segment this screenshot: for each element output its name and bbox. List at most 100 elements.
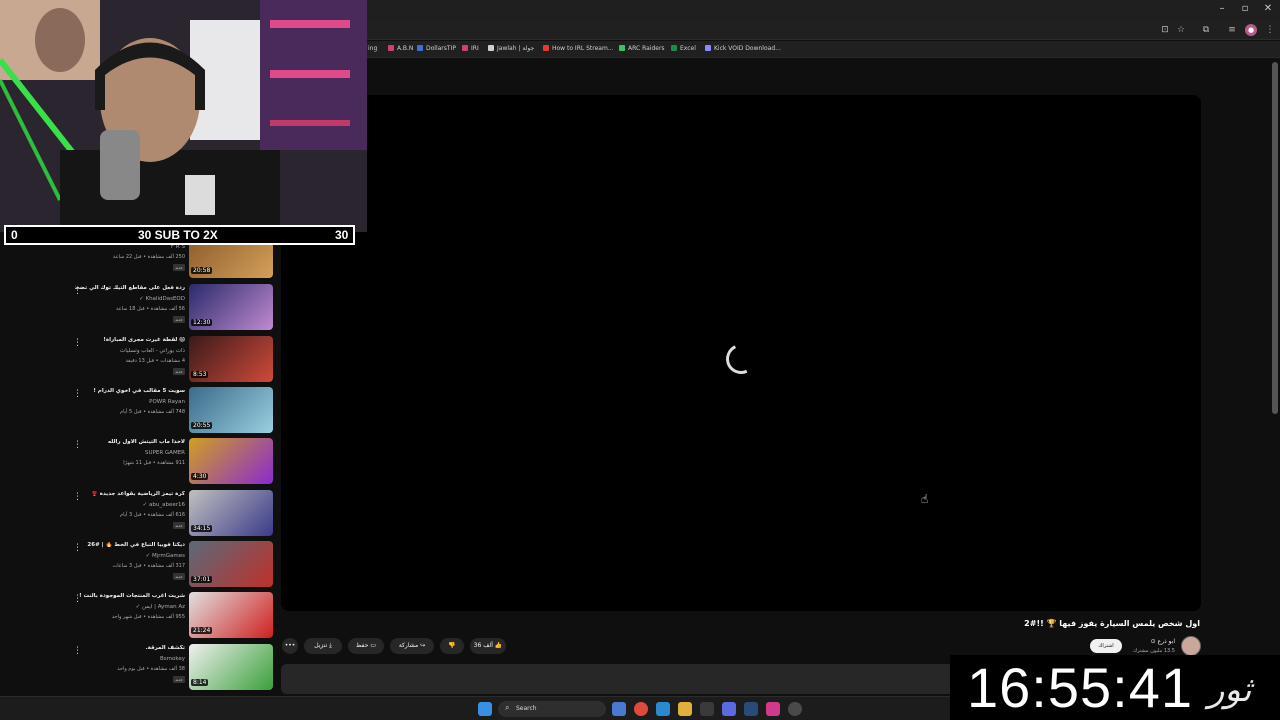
hand-cursor-icon: ☝ bbox=[921, 492, 929, 506]
taskbar-search[interactable]: Search bbox=[498, 701, 606, 717]
bookmark-item[interactable]: Excel bbox=[671, 45, 696, 52]
bookmark-item[interactable]: A.B.N bbox=[388, 45, 413, 52]
recommendation-item[interactable]: 37:01 ⋮ ديكتا فوبيا التباع في الخط 🔥 | #26… bbox=[70, 541, 275, 589]
search-icon: ⌕ bbox=[505, 703, 510, 712]
recommendation-channel[interactable]: KhalidDasEOD ✓ bbox=[139, 296, 185, 302]
recommendation-item[interactable]: 20:55 ⋮ سويت 5 مقالب في اخوي الدرام ! POWR … bbox=[70, 387, 275, 435]
recommendation-item[interactable]: 34:15 ⋮ كرة تيمز الرياضية بقواعد جديدة 🥊 ab… bbox=[70, 490, 275, 538]
chrome-icon[interactable] bbox=[634, 702, 648, 716]
screen: – ▫ ✕ ⊡ ☆ ⧉ ≡ ● ⋮ ing A.B.N DollarsTIP I… bbox=[0, 0, 1280, 720]
dislike-button[interactable]: 👎 bbox=[440, 638, 464, 654]
recommendation-meta: 4 مشاهدات • قبل 13 دقيقة bbox=[125, 358, 185, 364]
bookmark-item[interactable]: Kick VOID Download... bbox=[705, 45, 781, 52]
video-duration: 37:01 bbox=[191, 576, 213, 583]
recommendation-item[interactable]: 21:24 ⋮ شريت اغرب المنتجات الموجودة بالنت … bbox=[70, 592, 275, 640]
recommendation-meta: 616 ألف مشاهدة • قبل 3 أيام bbox=[120, 512, 185, 518]
share-label: مشاركة bbox=[398, 642, 419, 649]
recommendation-item[interactable]: 8:53 ⋮ 😱 لقطة غيرت مجرى المباراة! ذات يورات… bbox=[70, 336, 275, 384]
like-button[interactable]: 36 ألف 👍 bbox=[470, 638, 506, 654]
sub-goal-current: 0 bbox=[11, 228, 18, 242]
bookmark-item[interactable]: Jawlah | جولة bbox=[488, 45, 534, 52]
share-button[interactable]: مشاركة ↪ bbox=[390, 638, 434, 654]
video-duration: 4:30 bbox=[191, 473, 209, 480]
clock-time: 16:55:41 bbox=[967, 656, 1193, 719]
discord-icon[interactable] bbox=[722, 702, 736, 716]
bookmark-favicon bbox=[543, 45, 549, 51]
download-button[interactable]: تنزيل ⤓ bbox=[304, 638, 342, 654]
recommendation-channel[interactable]: ذات يوراتي - العاب وتسليات bbox=[120, 348, 185, 354]
maximize-icon[interactable]: ▫ bbox=[1236, 3, 1254, 14]
video-duration: 34:15 bbox=[191, 525, 213, 532]
more-actions-button[interactable]: ••• bbox=[282, 638, 298, 654]
bookmark-item[interactable]: DollarsTIP bbox=[417, 45, 456, 52]
new-badge: جديد bbox=[173, 676, 185, 683]
recommendation-channel[interactable]: MjrmGames ✓ bbox=[146, 553, 185, 559]
recommendation-title[interactable]: سويت 5 مقالب في اخوي الدرام ! bbox=[75, 388, 185, 394]
recommendation-channel[interactable]: Ayman Az | ايمن ✓ bbox=[136, 604, 185, 610]
channel-name[interactable]: ابو ذرع ⊙ bbox=[1151, 638, 1175, 645]
recommendation-item[interactable]: 8:14 ⋮ تكشف المرقة. Bsmokey 38 ألف مشاهدة • … bbox=[70, 644, 275, 692]
subscriber-count: 13.5 مليون مشترك bbox=[1133, 648, 1175, 654]
recommendation-title[interactable]: 😱 لقطة غيرت مجرى المباراة! bbox=[75, 337, 185, 343]
bookmark-item[interactable]: IRI bbox=[462, 45, 479, 52]
minimize-icon[interactable]: – bbox=[1213, 3, 1231, 14]
store-icon[interactable] bbox=[700, 702, 714, 716]
webcam-image bbox=[0, 0, 367, 232]
recommendation-item[interactable]: 12:30 ⋮ ردة فعل على مقاطع التيك توك الي تض… bbox=[70, 284, 275, 332]
bookmark-item[interactable]: ARC Raiders bbox=[619, 45, 665, 52]
recommendation-title[interactable]: لاخذا ماب التيتش الاول رالله bbox=[75, 439, 185, 445]
bookmark-favicon bbox=[619, 45, 625, 51]
bookmark-favicon bbox=[488, 45, 494, 51]
recommendation-title[interactable]: تكشف المرقة. bbox=[75, 645, 185, 651]
bookmark-star-icon[interactable]: ☆ bbox=[1175, 24, 1187, 36]
subscribe-button[interactable]: اشتراك bbox=[1090, 639, 1122, 653]
recommendation-meta: 911 مشاهدة • قبل 11 شهرًا bbox=[123, 460, 185, 466]
bookmark-favicon bbox=[671, 45, 677, 51]
sub-goal-bar: 0 30 SUB TO 2X 30 bbox=[4, 225, 355, 245]
profile-avatar[interactable]: ● bbox=[1245, 24, 1257, 36]
recommendation-channel[interactable]: POWR Rayan bbox=[149, 399, 185, 405]
description-box[interactable] bbox=[281, 664, 961, 694]
new-badge: جديد bbox=[173, 573, 185, 580]
recommendation-title[interactable]: شريت اغرب المنتجات الموجودة بالنت ! bbox=[75, 593, 185, 599]
video-duration: 8:53 bbox=[191, 371, 209, 378]
channel-avatar[interactable] bbox=[1181, 636, 1201, 656]
install-icon[interactable]: ⊡ bbox=[1159, 24, 1171, 36]
start-icon[interactable] bbox=[478, 702, 492, 716]
extensions-icon[interactable]: ⧉ bbox=[1200, 24, 1212, 36]
recommendation-title[interactable]: ردة فعل على مقاطع التيك توك الي تضحك 😂 R… bbox=[75, 285, 185, 291]
menu-icon[interactable]: ⋮ bbox=[1264, 24, 1276, 36]
new-badge: جديد bbox=[173, 522, 185, 529]
search-label: Search bbox=[516, 705, 537, 712]
bookmark-item[interactable]: How to IRL Stream... bbox=[543, 45, 614, 52]
obs-icon[interactable] bbox=[788, 702, 802, 716]
recommendation-meta: 317 ألف مشاهدة • قبل 3 ساعات bbox=[112, 563, 185, 569]
app-icon[interactable] bbox=[766, 702, 780, 716]
copilot-icon[interactable] bbox=[612, 702, 626, 716]
new-badge: جديد bbox=[173, 316, 185, 323]
file-explorer-icon[interactable] bbox=[678, 702, 692, 716]
recommendation-meta: 250 ألف مشاهدة • قبل 22 ساعة bbox=[112, 254, 185, 260]
bookmark-item[interactable]: ing bbox=[368, 45, 377, 52]
page-scrollbar[interactable] bbox=[1272, 62, 1278, 414]
settings-icon[interactable]: ≡ bbox=[1226, 24, 1238, 36]
video-duration: 20:55 bbox=[191, 422, 213, 429]
recommendation-meta: 955 ألف مشاهدة • قبل شهر واحد bbox=[111, 614, 185, 620]
thumbs-down-icon: 👎 bbox=[448, 642, 456, 649]
video-duration: 21:24 bbox=[191, 627, 213, 634]
close-icon[interactable]: ✕ bbox=[1259, 3, 1277, 14]
recommendation-channel[interactable]: Bsmokey bbox=[160, 656, 185, 662]
steam-icon[interactable] bbox=[744, 702, 758, 716]
sub-goal-label: 30 SUB TO 2X bbox=[138, 228, 218, 242]
recommendation-item[interactable]: 4:30 ⋮ لاخذا ماب التيتش الاول رالله SUPER G… bbox=[70, 438, 275, 486]
recommendation-meta: 56 ألف مشاهدة • قبل 18 ساعة bbox=[116, 306, 185, 312]
bookmark-favicon bbox=[388, 45, 394, 51]
edge-icon[interactable] bbox=[656, 702, 670, 716]
recommendation-meta: 748 ألف مشاهدة • قبل 5 أيام bbox=[120, 409, 185, 415]
recommendation-channel[interactable]: abu_abeer16 ✓ bbox=[143, 502, 185, 508]
streamer-logo: ثور bbox=[1208, 670, 1252, 710]
recommendation-channel[interactable]: SUPER GAMER bbox=[145, 450, 185, 456]
recommendation-title[interactable]: كرة تيمز الرياضية بقواعد جديدة 🥊 bbox=[75, 491, 185, 497]
recommendation-title[interactable]: ديكتا فوبيا التباع في الخط 🔥 | #26 bbox=[75, 542, 185, 548]
save-button[interactable]: حفظ ▭ bbox=[348, 638, 384, 654]
